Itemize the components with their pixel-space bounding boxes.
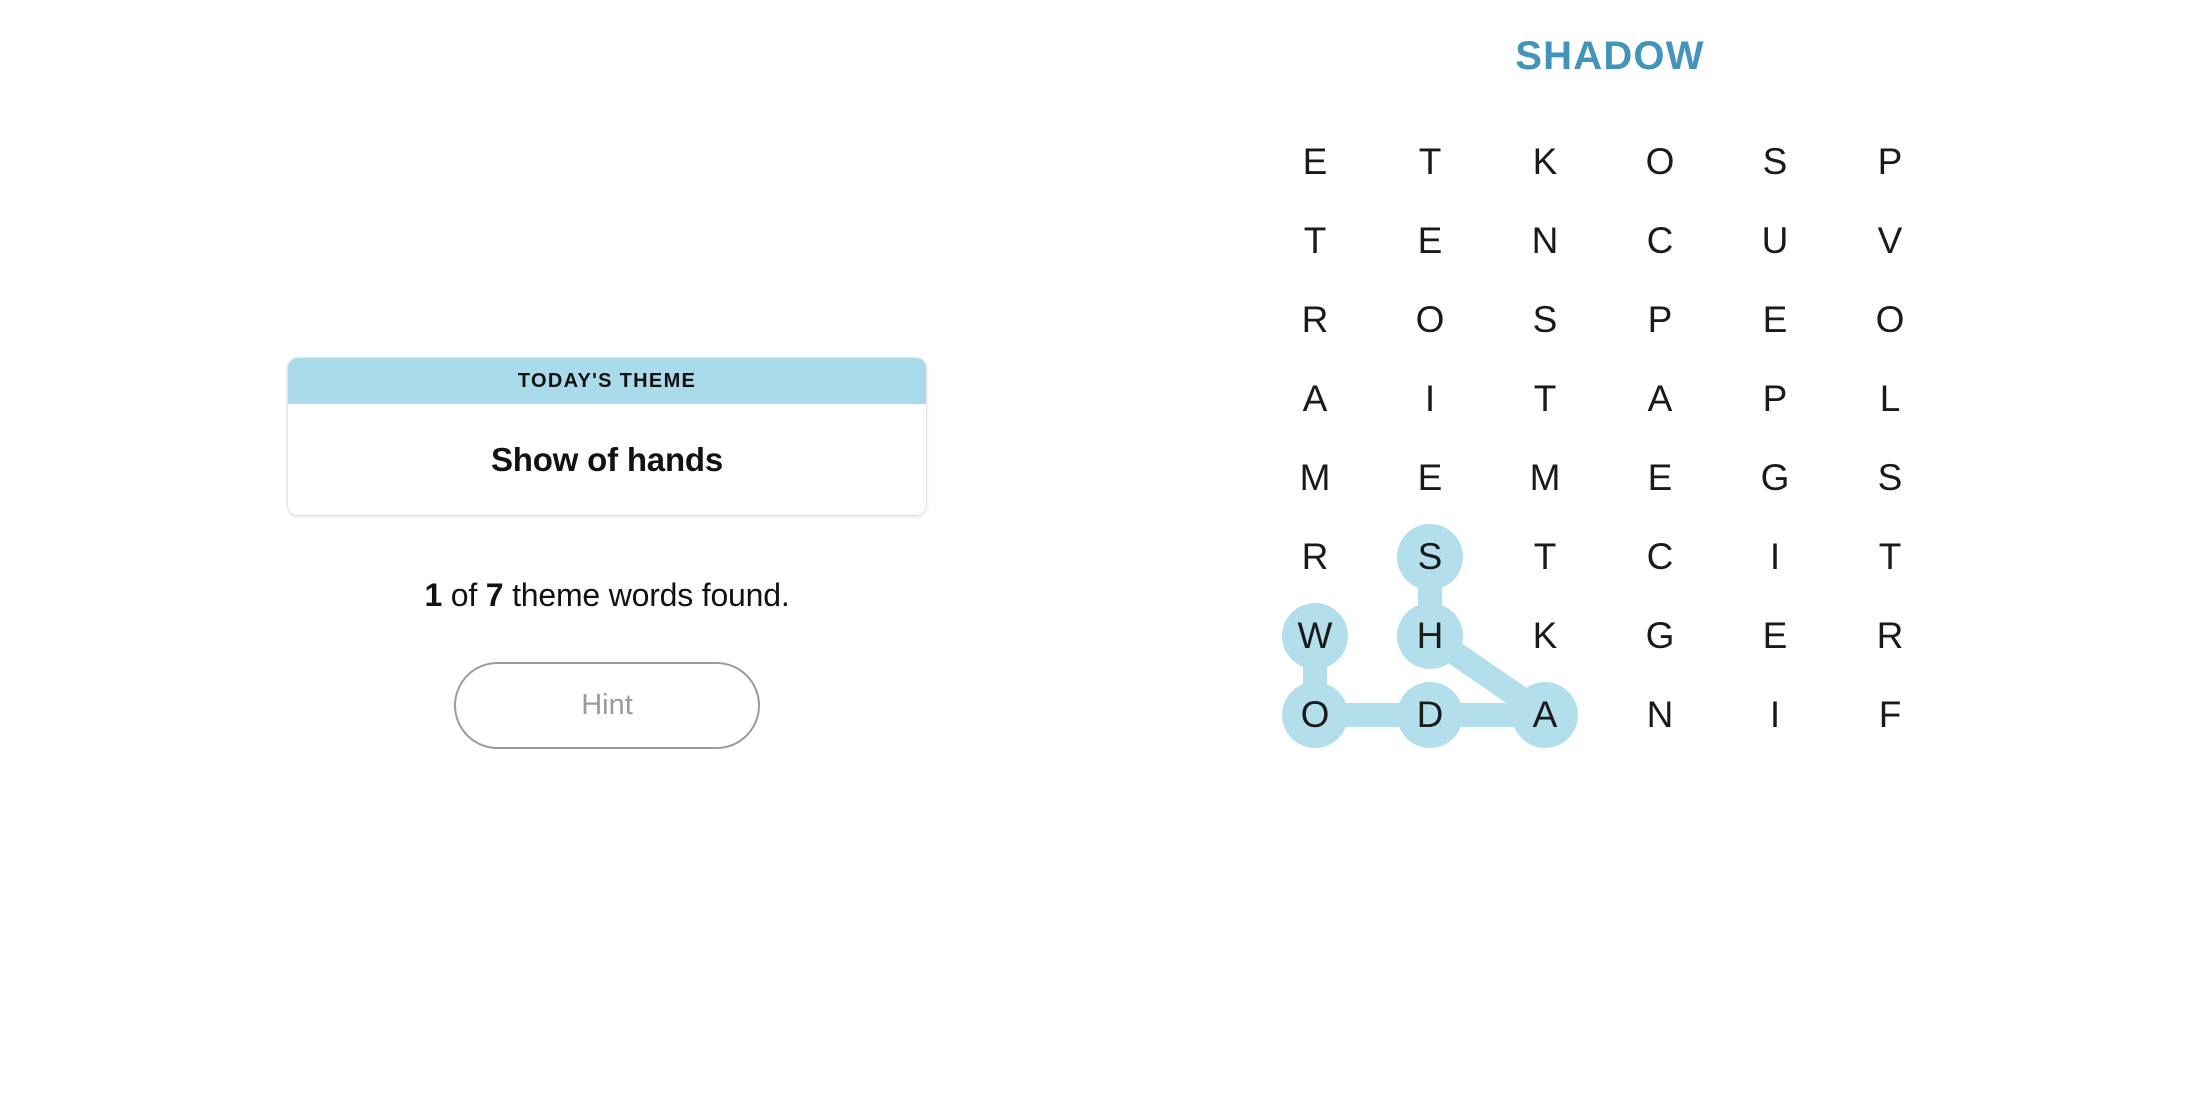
grid-cell-6-1[interactable]: H	[1397, 603, 1463, 669]
grid-cell-4-0[interactable]: M	[1282, 445, 1348, 511]
grid-cell-2-4[interactable]: E	[1742, 287, 1808, 353]
word-search-game-screen: TODAY'S THEME Show of hands 1 of 7 theme…	[0, 0, 2200, 1100]
letter-grid-cells: ETKOSPTENCUVROSPEOAITAPLMEMEGSRSTCITWHKG…	[1257, 120, 1957, 760]
grid-cell-1-4[interactable]: U	[1742, 208, 1808, 274]
grid-cell-3-2[interactable]: T	[1512, 366, 1578, 432]
grid-cell-7-3[interactable]: N	[1627, 682, 1693, 748]
grid-cell-6-2[interactable]: K	[1512, 603, 1578, 669]
grid-cell-7-2[interactable]: A	[1512, 682, 1578, 748]
todays-theme-card: TODAY'S THEME Show of hands	[288, 358, 926, 515]
grid-cell-5-5[interactable]: T	[1857, 524, 1923, 590]
grid-cell-4-5[interactable]: S	[1857, 445, 1923, 511]
grid-cell-3-5[interactable]: L	[1857, 366, 1923, 432]
theme-panel: TODAY'S THEME Show of hands 1 of 7 theme…	[288, 358, 926, 749]
grid-cell-5-2[interactable]: T	[1512, 524, 1578, 590]
grid-cell-7-5[interactable]: F	[1857, 682, 1923, 748]
found-count: 1	[424, 577, 443, 613]
grid-cell-6-3[interactable]: G	[1627, 603, 1693, 669]
grid-cell-2-2[interactable]: S	[1512, 287, 1578, 353]
total-count: 7	[485, 577, 504, 613]
grid-cell-7-4[interactable]: I	[1742, 682, 1808, 748]
grid-cell-5-4[interactable]: I	[1742, 524, 1808, 590]
grid-cell-0-2[interactable]: K	[1512, 129, 1578, 195]
grid-cell-5-0[interactable]: R	[1282, 524, 1348, 590]
grid-cell-4-4[interactable]: G	[1742, 445, 1808, 511]
progress-suffix: theme words found.	[512, 577, 790, 613]
theme-card-header-label: TODAY'S THEME	[517, 369, 697, 392]
grid-cell-3-1[interactable]: I	[1397, 366, 1463, 432]
progress-status-text: 1 of 7 theme words found.	[288, 577, 926, 614]
grid-cell-4-1[interactable]: E	[1397, 445, 1463, 511]
theme-card-body: Show of hands	[288, 404, 926, 515]
grid-cell-2-1[interactable]: O	[1397, 287, 1463, 353]
grid-cell-0-0[interactable]: E	[1282, 129, 1348, 195]
grid-cell-0-1[interactable]: T	[1397, 129, 1463, 195]
grid-cell-1-3[interactable]: C	[1627, 208, 1693, 274]
grid-cell-6-0[interactable]: W	[1282, 603, 1348, 669]
grid-cell-2-3[interactable]: P	[1627, 287, 1693, 353]
hint-button-container: Hint	[288, 662, 926, 749]
page-title: SHADOW	[1515, 34, 1705, 78]
grid-cell-1-1[interactable]: E	[1397, 208, 1463, 274]
grid-cell-2-5[interactable]: O	[1857, 287, 1923, 353]
grid-cell-0-3[interactable]: O	[1627, 129, 1693, 195]
grid-cell-7-0[interactable]: O	[1282, 682, 1348, 748]
grid-cell-5-3[interactable]: C	[1627, 524, 1693, 590]
grid-cell-6-5[interactable]: R	[1857, 603, 1923, 669]
progress-of-word: of	[450, 577, 478, 613]
grid-cell-0-4[interactable]: S	[1742, 129, 1808, 195]
grid-cell-7-1[interactable]: D	[1397, 682, 1463, 748]
grid-cell-1-2[interactable]: N	[1512, 208, 1578, 274]
hint-button[interactable]: Hint	[454, 662, 760, 749]
grid-cell-3-0[interactable]: A	[1282, 366, 1348, 432]
theme-text: Show of hands	[490, 440, 724, 478]
grid-cell-2-0[interactable]: R	[1282, 287, 1348, 353]
grid-cell-4-3[interactable]: E	[1627, 445, 1693, 511]
grid-cell-3-4[interactable]: P	[1742, 366, 1808, 432]
grid-cell-4-2[interactable]: M	[1512, 445, 1578, 511]
grid-cell-5-1[interactable]: S	[1397, 524, 1463, 590]
grid-cell-1-5[interactable]: V	[1857, 208, 1923, 274]
theme-card-header: TODAY'S THEME	[288, 358, 926, 404]
grid-cell-0-5[interactable]: P	[1857, 129, 1923, 195]
grid-cell-1-0[interactable]: T	[1282, 208, 1348, 274]
letter-grid[interactable]: ETKOSPTENCUVROSPEOAITAPLMEMEGSRSTCITWHKG…	[1257, 120, 1957, 760]
grid-cell-6-4[interactable]: E	[1742, 603, 1808, 669]
grid-cell-3-3[interactable]: A	[1627, 366, 1693, 432]
